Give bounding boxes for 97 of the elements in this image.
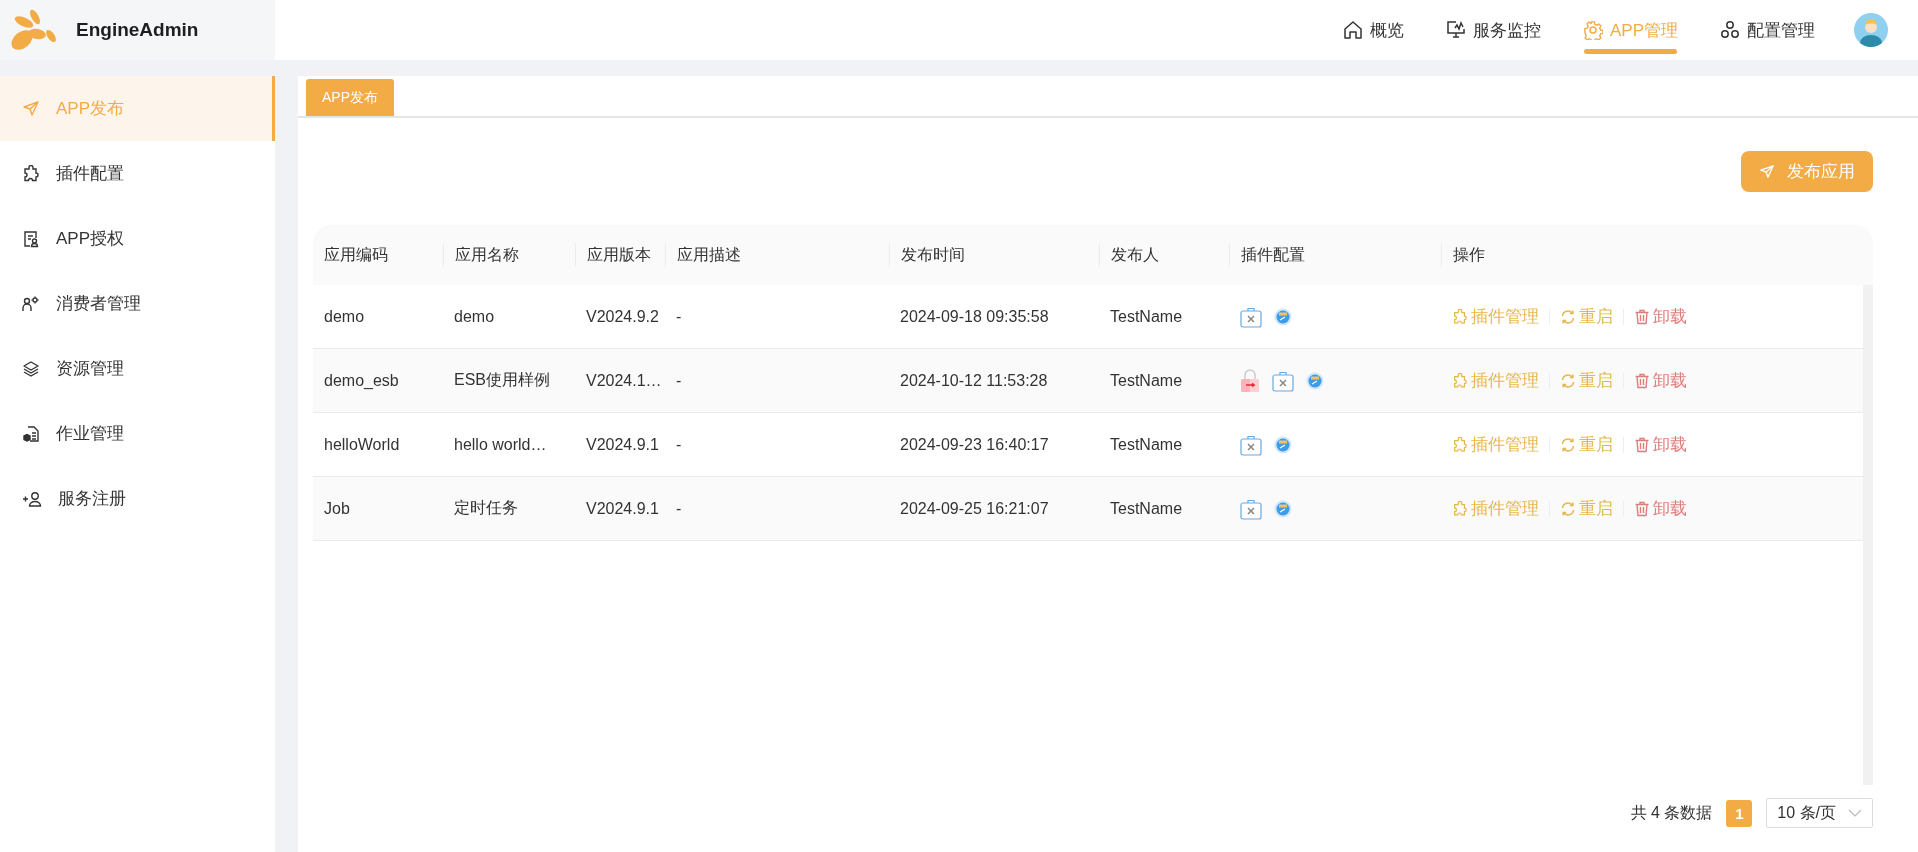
table-cell: 2024-10-12 11:53:28 xyxy=(900,371,1048,389)
table-cell: 2024-09-18 09:35:58 xyxy=(900,307,1049,325)
sidebar-item[interactable]: APP授权 xyxy=(0,206,275,271)
action-link[interactable]: 重启 xyxy=(1550,433,1623,456)
column-header: 应用描述 xyxy=(665,243,889,267)
action-link[interactable]: 重启 xyxy=(1550,305,1623,328)
action-link[interactable]: 卸载 xyxy=(1624,497,1697,520)
table-cell: V2024.1… xyxy=(586,371,662,389)
action-link[interactable]: 插件管理 xyxy=(1452,305,1549,328)
table-cell: 定时任务 xyxy=(454,499,518,516)
column-header: 应用版本 xyxy=(575,243,665,267)
puzzle-icon xyxy=(1452,308,1468,325)
table-cell: TestName xyxy=(1110,499,1183,517)
action-link[interactable]: 插件管理 xyxy=(1452,497,1549,520)
nav-tab[interactable]: APP管理 xyxy=(1561,0,1699,60)
publish-button[interactable]: 发布应用 xyxy=(1741,151,1873,192)
table-cell: ESB使用样例 xyxy=(454,371,550,388)
add-user-icon xyxy=(22,489,42,508)
table-cell: Job xyxy=(324,499,350,517)
action-link[interactable]: 重启 xyxy=(1550,369,1623,392)
trash-icon xyxy=(1634,436,1650,453)
trash-icon xyxy=(1634,500,1650,517)
column-header: 发布人 xyxy=(1099,243,1229,267)
action-link[interactable]: 卸载 xyxy=(1624,369,1697,392)
action-link[interactable]: 卸载 xyxy=(1624,433,1697,456)
puzzle-icon xyxy=(1452,500,1468,517)
action-link[interactable]: 卸载 xyxy=(1624,305,1697,328)
sidebar-item[interactable]: 消费者管理 xyxy=(0,271,275,336)
table-cell: V2024.9.2 xyxy=(586,307,659,325)
avatar-icon[interactable] xyxy=(1854,13,1888,47)
column-header: 发布时间 xyxy=(889,243,1099,267)
refresh-icon xyxy=(1560,308,1576,325)
table-cell: TestName xyxy=(1110,435,1183,453)
page-size-select[interactable]: 10 条/页 xyxy=(1766,798,1873,828)
brand-name: EngineAdmin xyxy=(76,19,199,41)
refresh-icon xyxy=(1560,436,1576,453)
sidebar-item[interactable]: 服务注册 xyxy=(0,466,275,531)
user-gear-icon xyxy=(22,294,40,313)
sidebar-item[interactable]: 作业管理 xyxy=(0,401,275,466)
lock-icon[interactable] xyxy=(1240,368,1260,393)
puzzle-icon xyxy=(22,164,40,183)
table-cell: TestName xyxy=(1110,307,1183,325)
puzzle-icon xyxy=(1452,436,1468,453)
trash-icon xyxy=(1634,372,1650,389)
column-header: 操作 xyxy=(1441,243,1873,267)
action-link[interactable]: 插件管理 xyxy=(1452,369,1549,392)
toolbox-icon[interactable] xyxy=(1272,369,1294,392)
total-count: 共 4 条数据 xyxy=(1630,802,1713,823)
table-cell: - xyxy=(676,499,682,517)
globe-icon[interactable] xyxy=(1306,371,1324,390)
home-icon xyxy=(1342,20,1363,40)
table-cell: demo xyxy=(324,307,365,325)
document-user-icon xyxy=(22,229,40,248)
refresh-icon xyxy=(1560,500,1576,517)
table-cell: demo xyxy=(454,307,495,325)
circles-icon xyxy=(1720,20,1740,40)
toolbox-icon[interactable] xyxy=(1240,305,1262,328)
table-cell: - xyxy=(676,435,682,453)
globe-icon[interactable] xyxy=(1274,499,1292,518)
page-button[interactable]: 1 xyxy=(1726,799,1753,827)
table-cell: V2024.9.1 xyxy=(586,435,659,453)
trash-icon xyxy=(1634,308,1650,325)
column-header: 应用编码 xyxy=(323,245,389,265)
table-cell: demo_esb xyxy=(324,371,399,389)
action-link[interactable]: 插件管理 xyxy=(1452,433,1549,456)
sidebar-item[interactable]: APP发布 xyxy=(0,76,275,141)
globe-icon[interactable] xyxy=(1274,435,1292,454)
page-tab[interactable]: APP发布 xyxy=(306,79,394,116)
sidebar-item[interactable]: 插件配置 xyxy=(0,141,275,206)
toolbox-icon[interactable] xyxy=(1240,433,1262,456)
send-icon xyxy=(22,99,40,118)
globe-icon[interactable] xyxy=(1274,307,1292,326)
table-cell: 2024-09-23 16:40:17 xyxy=(900,435,1049,453)
action-link[interactable]: 重启 xyxy=(1550,497,1623,520)
refresh-icon xyxy=(1560,372,1576,389)
monitor-icon xyxy=(1445,20,1466,40)
table-cell: hello world… xyxy=(454,435,547,453)
table-cell: TestName xyxy=(1110,371,1183,389)
settings-icon xyxy=(1582,20,1603,40)
table-cell: helloWorld xyxy=(324,435,400,453)
nav-tab[interactable]: 配置管理 xyxy=(1699,0,1836,60)
document-box-icon xyxy=(22,424,40,443)
layers-icon xyxy=(22,359,40,378)
send-icon xyxy=(1759,163,1775,180)
table-cell: - xyxy=(676,307,682,325)
table-cell: - xyxy=(676,371,682,389)
column-header: 应用名称 xyxy=(443,243,575,267)
nav-tab[interactable]: 概览 xyxy=(1321,0,1425,60)
table-cell: V2024.9.1 xyxy=(586,499,659,517)
table-cell: 2024-09-25 16:21:07 xyxy=(900,499,1049,517)
nav-tab[interactable]: 服务监控 xyxy=(1424,0,1562,60)
sidebar-item[interactable]: 资源管理 xyxy=(0,336,275,401)
caret-icon xyxy=(1848,809,1862,817)
logo-icon xyxy=(8,8,58,52)
column-header: 插件配置 xyxy=(1229,243,1441,267)
toolbox-icon[interactable] xyxy=(1240,497,1262,520)
puzzle-icon xyxy=(1452,372,1468,389)
